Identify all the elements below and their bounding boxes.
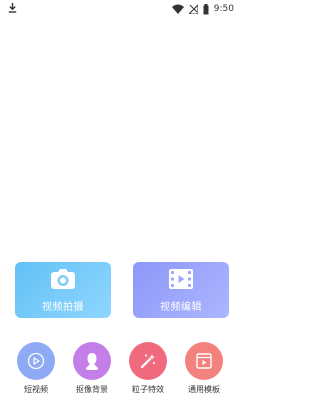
magic-wand-icon: [129, 342, 167, 380]
film-icon: [168, 268, 194, 294]
short-video-icon: [17, 342, 55, 380]
tool-label: 短视频: [24, 385, 48, 394]
status-bar: 9:50: [0, 0, 240, 18]
tool-general-template[interactable]: 通用模板: [180, 342, 228, 400]
wifi-icon: [171, 4, 184, 14]
video-edit-card[interactable]: 视频编辑: [133, 262, 229, 318]
battery-icon: [203, 3, 209, 15]
tool-label: 抠像背景: [76, 385, 108, 394]
tool-bar: 短视频 抠像背景 粒子特效 通用模板: [0, 342, 240, 400]
tool-label: 粒子特效: [132, 385, 164, 394]
video-shoot-card[interactable]: 视频拍摄: [15, 262, 111, 318]
template-icon: [185, 342, 223, 380]
tool-label: 通用模板: [188, 385, 220, 394]
tool-portrait-background[interactable]: 抠像背景: [68, 342, 116, 400]
video-shoot-label: 视频拍摄: [42, 301, 84, 313]
download-icon: [8, 2, 17, 16]
tool-particle-effects[interactable]: 粒子特效: [124, 342, 172, 400]
video-edit-label: 视频编辑: [160, 301, 202, 313]
status-time: 9:50: [213, 4, 234, 14]
camera-icon: [50, 268, 76, 294]
tool-short-video[interactable]: 短视频: [12, 342, 60, 400]
cell-signal-icon: [188, 4, 198, 14]
portrait-icon: [73, 342, 111, 380]
